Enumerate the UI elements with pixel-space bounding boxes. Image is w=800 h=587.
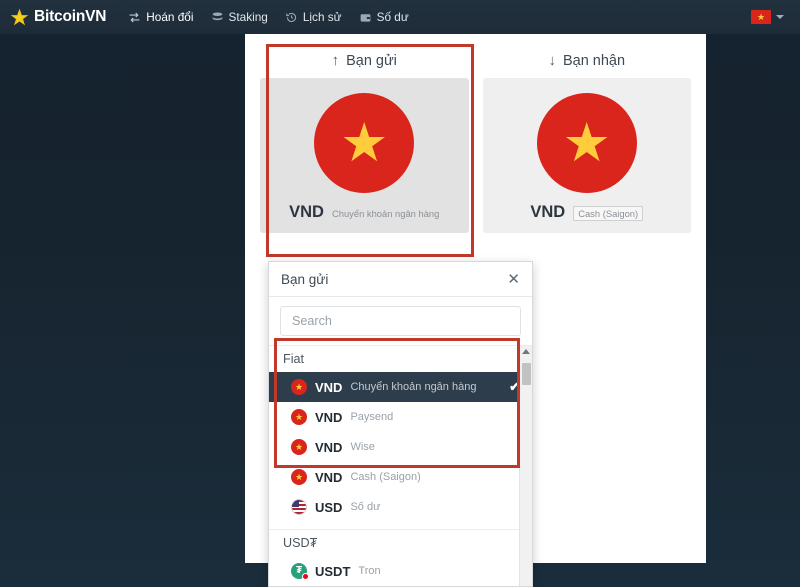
dropdown-item-currency: VND — [315, 439, 343, 455]
dropdown-item-vnd-paysend[interactable]: ★ VND Paysend — [269, 402, 532, 432]
search-input[interactable] — [280, 306, 521, 336]
nav-link-balance[interactable]: Số dư — [359, 10, 409, 24]
history-clock-icon — [285, 11, 298, 24]
dropdown-item-desc: Cash (Saigon) — [350, 471, 421, 483]
dropdown-group-usdt: USD₮ — [283, 536, 318, 550]
dropdown-item-desc: Chuyển khoản ngân hàng — [350, 381, 477, 393]
star-glyph: ★ — [562, 113, 611, 173]
nav-link-history-label: Lịch sử — [302, 10, 342, 24]
vietnam-flag-circle-icon: ★ — [314, 93, 415, 193]
scroll-up-arrow-icon[interactable] — [522, 349, 530, 354]
chevron-down-icon — [776, 15, 784, 19]
receive-card[interactable]: ↓ Bạn nhận ★ VND Cash (Saigon) — [476, 43, 699, 233]
usdt-tron-icon: ₮ — [291, 563, 309, 580]
dropdown-item-currency: USD — [315, 499, 343, 515]
receive-card-currency: VND — [530, 203, 566, 221]
send-card-label: VND Chuyển khoản ngân hàng — [289, 203, 439, 222]
dropdown-item-desc: Số dư — [350, 501, 381, 513]
nav-link-staking-label: Staking — [228, 10, 268, 24]
receive-card-header: ↓ Bạn nhận — [483, 43, 692, 78]
nav-link-swap-label: Hoán đổi — [146, 10, 194, 24]
send-card-method: Chuyển khoản ngân hàng — [331, 208, 440, 219]
vietnam-flag-icon: ★ — [291, 409, 307, 425]
arrow-down-icon: ↓ — [548, 52, 556, 69]
dropdown-item-currency: VND — [315, 409, 343, 425]
star-logo-icon — [10, 8, 29, 27]
usa-flag-icon — [291, 499, 307, 515]
nav-link-swap[interactable]: Hoán đổi — [128, 10, 194, 24]
receive-card-title: Bạn nhận — [562, 52, 626, 69]
vietnam-flag-icon: ★ — [751, 10, 771, 24]
dropdown-item-currency: VND — [315, 469, 343, 485]
send-card-title: Bạn gửi — [346, 52, 397, 69]
dropdown-item-vnd-cash[interactable]: ★ VND Cash (Saigon) — [269, 462, 532, 492]
wallet-icon — [359, 11, 372, 24]
dropdown-item-desc: Paysend — [350, 411, 394, 423]
nav-link-history[interactable]: Lịch sử — [285, 10, 342, 24]
dropdown-group-fiat: Fiat — [283, 352, 304, 366]
swap-icon — [128, 11, 141, 24]
vietnam-flag-icon: ★ — [291, 379, 307, 395]
language-switcher[interactable]: ★ — [751, 10, 790, 24]
receive-card-method: Cash (Saigon) — [573, 206, 644, 221]
dropdown-title: Bạn gửi — [281, 271, 329, 287]
currency-dropdown: Bạn gửi ✕ Fiat ★ VND Chuyển khoản ngân h… — [268, 261, 533, 587]
exchange-cards: ↑ Bạn gửi ★ VND Chuyển khoản ngân hàng ↓… — [245, 34, 706, 233]
arrow-up-icon: ↑ — [331, 52, 340, 69]
dropdown-header: Bạn gửi ✕ — [269, 262, 532, 297]
brand-logo[interactable]: BitcoinVN — [10, 8, 106, 27]
dropdown-item-currency: VND — [315, 379, 343, 395]
top-navbar: BitcoinVN Hoán đổi Staking Lịch sử Số dư… — [0, 0, 800, 34]
receive-card-label: VND Cash (Saigon) — [530, 203, 644, 222]
dropdown-scrollbar[interactable] — [519, 346, 532, 586]
send-card-body[interactable]: ★ VND Chuyển khoản ngân hàng — [260, 78, 469, 233]
nav-link-balance-label: Số dư — [376, 10, 409, 24]
dropdown-item-usdt-tron[interactable]: ₮ USDT Tron — [269, 556, 532, 586]
scrollbar-thumb[interactable] — [522, 363, 531, 385]
send-card-header: ↑ Bạn gửi — [260, 43, 469, 78]
dropdown-item-vnd-bank[interactable]: ★ VND Chuyển khoản ngân hàng ✔ — [269, 372, 532, 402]
vietnam-flag-circle-icon: ★ — [536, 93, 637, 193]
coins-stack-icon — [211, 11, 224, 24]
dropdown-list: Fiat ★ VND Chuyển khoản ngân hàng ✔ ★ VN… — [269, 345, 532, 586]
dropdown-item-vnd-wise[interactable]: ★ VND Wise — [269, 432, 532, 462]
close-icon[interactable]: ✕ — [507, 272, 520, 287]
nav-links: Hoán đổi Staking Lịch sử Số dư — [128, 10, 409, 24]
send-card-currency: VND — [289, 203, 324, 221]
dropdown-item-usd-balance[interactable]: USD Số dư — [269, 492, 532, 522]
vietnam-flag-icon: ★ — [291, 469, 307, 485]
dropdown-item-currency: USDT — [315, 563, 351, 579]
vietnam-flag-icon: ★ — [291, 439, 307, 455]
nav-link-staking[interactable]: Staking — [211, 10, 268, 24]
brand-name: BitcoinVN — [34, 8, 107, 25]
dropdown-item-desc: Wise — [350, 441, 375, 453]
dropdown-search-wrap — [269, 297, 532, 345]
send-card[interactable]: ↑ Bạn gửi ★ VND Chuyển khoản ngân hàng — [253, 43, 476, 233]
receive-card-body[interactable]: ★ VND Cash (Saigon) — [482, 78, 691, 233]
star-glyph: ★ — [340, 113, 389, 173]
dropdown-item-desc: Tron — [358, 565, 381, 577]
